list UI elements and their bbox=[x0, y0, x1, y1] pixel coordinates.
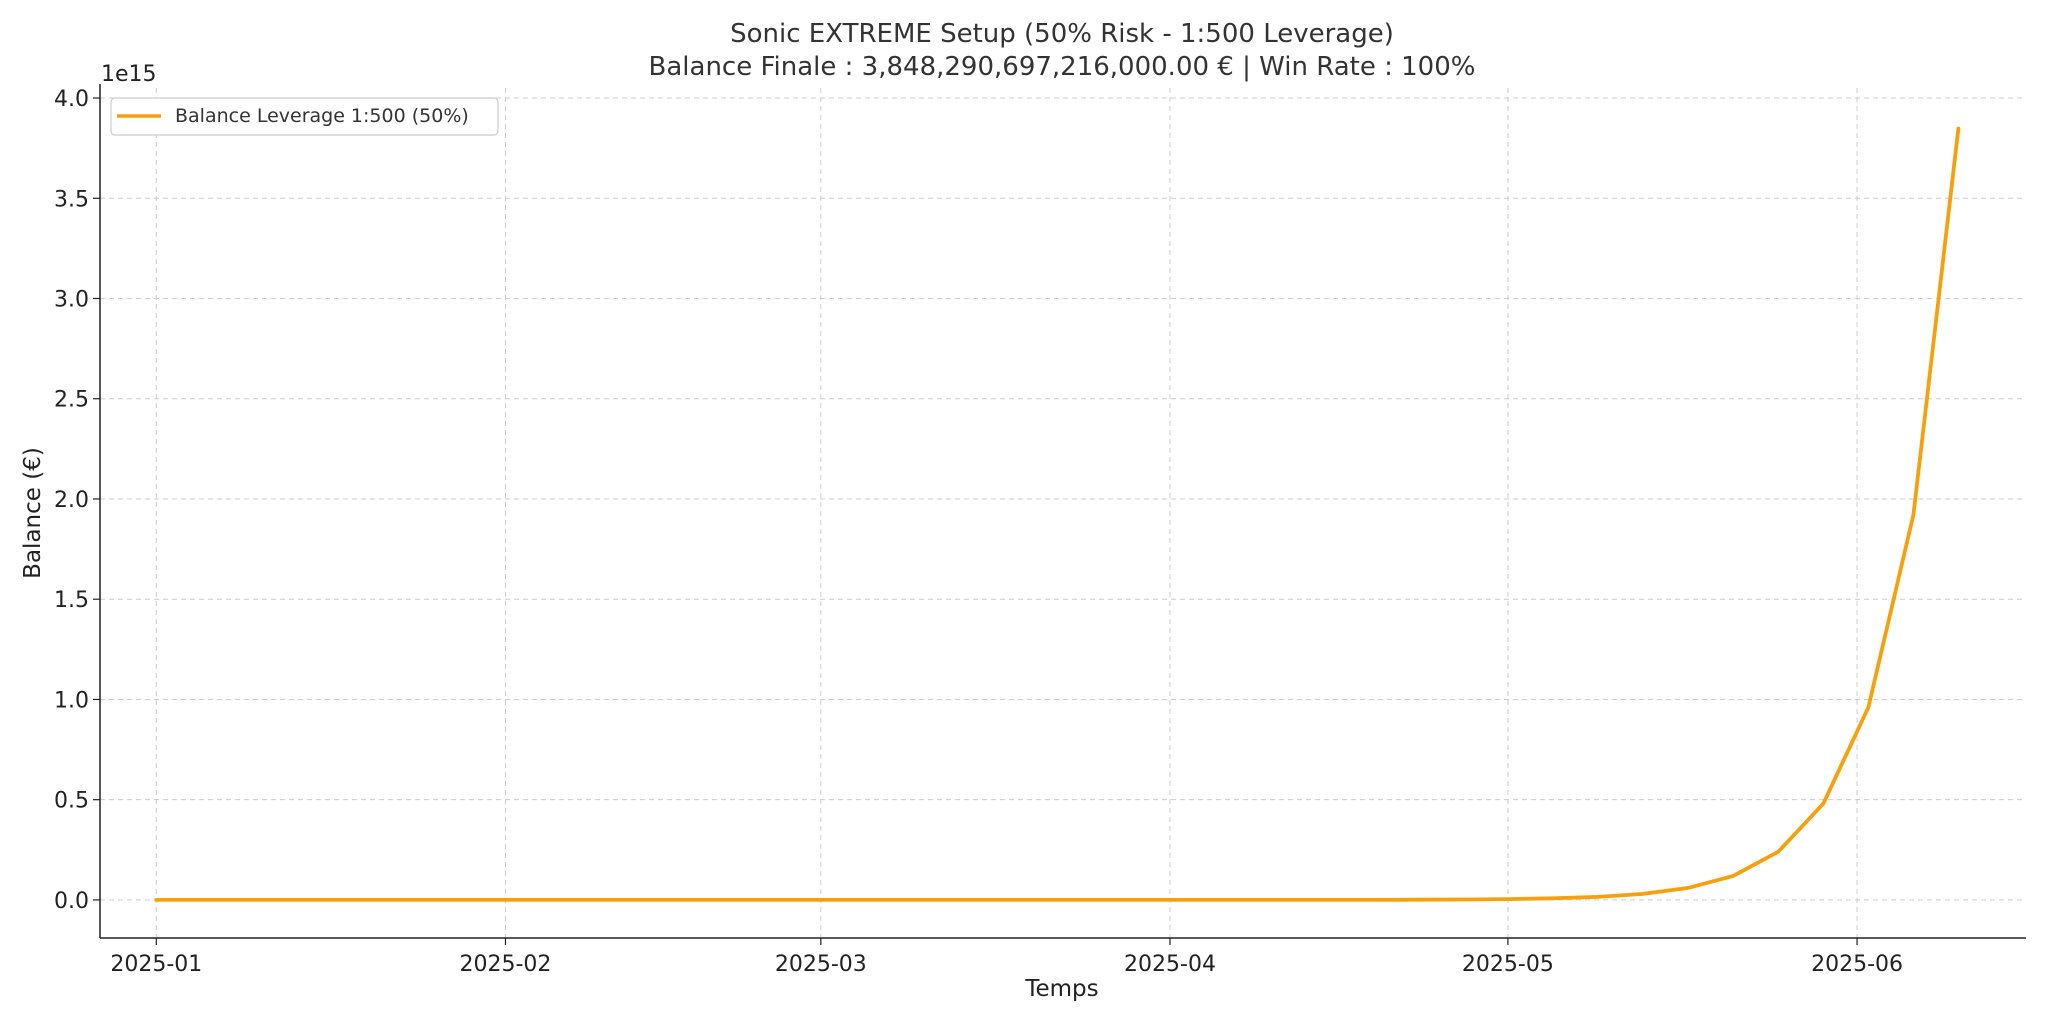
x-tick-label: 2025-02 bbox=[460, 952, 552, 977]
y-tick-label: 4.0 bbox=[54, 87, 89, 112]
y-axis-label: Balance (€) bbox=[20, 447, 46, 579]
x-tick-label: 2025-06 bbox=[1811, 952, 1903, 977]
legend: Balance Leverage 1:500 (50%) bbox=[110, 97, 499, 136]
y-tick-label: 3.5 bbox=[54, 187, 89, 212]
chart-title: Sonic EXTREME Setup (50% Risk - 1:500 Le… bbox=[730, 19, 1394, 49]
x-tick-label: 2025-05 bbox=[1462, 952, 1554, 977]
line-chart: Sonic EXTREME Setup (50% Risk - 1:500 Le… bbox=[20, 19, 2026, 1002]
grid-lines bbox=[100, 88, 2026, 938]
y-tick-label: 0.5 bbox=[54, 789, 89, 814]
series-group bbox=[154, 126, 1961, 902]
x-tick-label: 2025-04 bbox=[1124, 952, 1216, 977]
y-tick-label: 1.5 bbox=[54, 588, 89, 613]
y-tick-label: 0.0 bbox=[54, 889, 89, 914]
series-line bbox=[154, 126, 1961, 902]
y-axis-ticks: 0.0 0.5 1.0 1.5 2.0 2.5 3.0 3.5 4.0 bbox=[54, 87, 100, 914]
y-axis-offset-label: 1e15 bbox=[101, 62, 157, 87]
x-axis-ticks: 2025-01 2025-02 2025-03 2025-04 2025-05 2025-… bbox=[110, 938, 1903, 977]
chart-subtitle: Balance Finale : 3,848,290,697,216,000.0… bbox=[649, 52, 1476, 82]
axes bbox=[99, 84, 2026, 939]
y-tick-label: 3.0 bbox=[54, 287, 89, 312]
x-axis-label: Temps bbox=[1024, 976, 1098, 1002]
y-tick-label: 1.0 bbox=[54, 688, 89, 713]
x-tick-label: 2025-01 bbox=[110, 952, 202, 977]
y-tick-label: 2.0 bbox=[54, 488, 89, 513]
y-tick-label: 2.5 bbox=[54, 388, 89, 413]
legend-label: Balance Leverage 1:500 (50%) bbox=[175, 105, 469, 127]
x-tick-label: 2025-03 bbox=[775, 952, 867, 977]
